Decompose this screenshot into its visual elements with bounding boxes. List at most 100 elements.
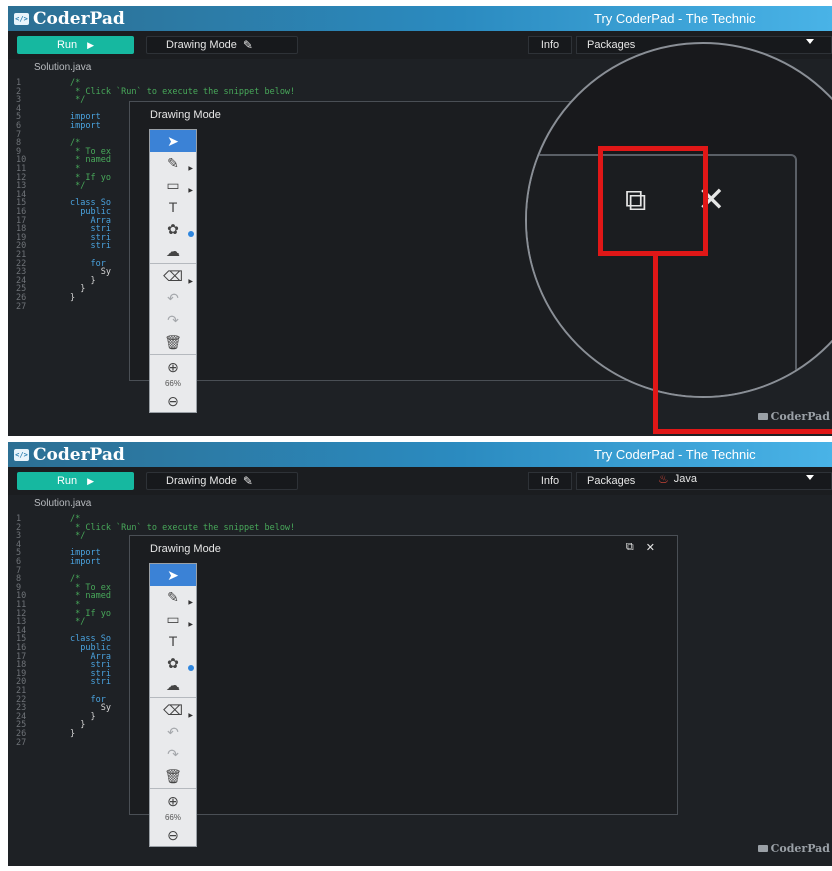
watermark-badge [757, 845, 768, 852]
drawing-tool-palette: ➤ ✎ ▶ ▭ ▶ T ✿ ☁ ⌫ ▶ ↶ ↷ 🗑 ⊕ 66% ⊖ [149, 563, 197, 847]
run-button[interactable]: Run ▶ [17, 472, 134, 490]
play-icon: ▶ [87, 39, 95, 50]
drawing-modal-title: Drawing Mode [150, 109, 221, 121]
coderpad-logo[interactable]: </> CoderPad [14, 9, 125, 29]
code-line[interactable]: import [70, 558, 101, 567]
highlight-connector-horizontal [653, 429, 832, 434]
zoom-out-icon[interactable]: ⊖ [150, 390, 196, 412]
code-line[interactable]: } [70, 730, 75, 739]
file-tab[interactable]: Solution.java [34, 498, 91, 509]
popout-icon[interactable]: ⧉ [626, 541, 634, 554]
code-line[interactable]: stri [70, 678, 110, 687]
drawing-mode-label: Drawing Mode [166, 39, 237, 51]
trash-icon[interactable]: 🗑 [150, 331, 196, 353]
undo-icon[interactable]: ↶ [150, 287, 196, 309]
redo-icon[interactable]: ↷ [150, 309, 196, 331]
language-label: Java [673, 473, 698, 485]
coderpad-logo[interactable]: </> CoderPad [14, 444, 125, 465]
rectangle-icon[interactable]: ▭ ▶ [150, 608, 196, 630]
run-label: Run [56, 475, 78, 487]
java-icon: ♨ [658, 472, 669, 486]
submenu-arrow-icon: ▶ [188, 713, 193, 719]
text-icon[interactable]: T [150, 196, 196, 218]
tagline[interactable]: Try CoderPad - The Technic [594, 11, 756, 26]
code-line[interactable]: stri [70, 242, 110, 251]
pen-icon: ✎ [242, 38, 253, 52]
top-bar: </> CoderPad Try CoderPad - The Technic [8, 6, 832, 31]
tagline[interactable]: Try CoderPad - The Technic [594, 447, 756, 462]
code-line[interactable]: */ [70, 618, 85, 627]
editor-toolbar: Run ▶ Drawing Mode ✎ Info Packages ♨ Jav… [8, 467, 832, 495]
undo-icon[interactable]: ↶ [150, 721, 196, 743]
screenshot-panel-plain: </> CoderPad Try CoderPad - The Technic … [8, 442, 832, 866]
zoom-out-icon[interactable]: ⊖ [150, 824, 196, 846]
pencil-icon[interactable]: ✎ ▶ [150, 152, 196, 174]
line-number: 27 [16, 301, 27, 312]
code-line[interactable]: */ [70, 182, 85, 191]
packages-button[interactable]: Packages [576, 472, 832, 490]
code-line[interactable]: * Click `Run` to execute the snippet bel… [70, 523, 295, 533]
watermark-text: CoderPad [770, 410, 830, 423]
code-line[interactable]: */ [70, 532, 85, 541]
logo-text: CoderPad [33, 444, 125, 465]
pencil-icon[interactable]: ✎ ▶ [150, 586, 196, 608]
info-button[interactable]: Info [528, 36, 572, 54]
pen-icon: ✎ [242, 474, 253, 488]
info-button[interactable]: Info [528, 472, 572, 490]
palette-separator [150, 263, 196, 264]
palette-icon[interactable]: ✿ [150, 218, 196, 240]
upload-cloud-icon[interactable]: ☁ [150, 240, 196, 262]
language-select[interactable]: ♨ Java [658, 472, 697, 486]
watermark-badge [757, 413, 768, 420]
line-number: 27 [16, 737, 27, 748]
drawing-tool-palette: ➤ ✎ ▶ ▭ ▶ T ✿ ☁ ⌫ ▶ ↶ ↷ 🗑 ⊕ 66% ⊖ [149, 129, 197, 413]
drawing-modal-controls: ⧉ ✕ [626, 541, 655, 554]
palette-separator [150, 354, 196, 355]
zoom-level: 66% [164, 813, 181, 822]
chevron-down-icon[interactable] [806, 39, 814, 44]
run-label: Run [56, 39, 78, 51]
highlight-connector-vertical [653, 256, 658, 434]
chevron-down-icon[interactable] [806, 475, 814, 480]
eraser-icon[interactable]: ⌫ ▶ [150, 265, 196, 287]
color-dot-icon [188, 665, 194, 671]
packages-label: Packages [587, 39, 636, 51]
coderpad-watermark: CoderPad [757, 410, 830, 423]
palette-icon[interactable]: ✿ [150, 652, 196, 674]
watermark-text: CoderPad [770, 842, 830, 855]
code-line[interactable]: } [70, 294, 75, 303]
drawing-mode-button[interactable]: Drawing Mode ✎ [146, 36, 298, 54]
top-bar: </> CoderPad Try CoderPad - The Technic [8, 442, 832, 467]
code-line[interactable]: import [70, 122, 101, 131]
eraser-icon[interactable]: ⌫ ▶ [150, 699, 196, 721]
highlight-box [598, 146, 708, 256]
redo-icon[interactable]: ↷ [150, 743, 196, 765]
submenu-arrow-icon: ▶ [188, 166, 193, 172]
trash-icon[interactable]: 🗑 [150, 765, 196, 787]
screenshot-panel-zoomed: </> CoderPad Try CoderPad - The Technic … [8, 6, 832, 436]
select-arrow-icon[interactable]: ➤ [150, 130, 196, 152]
palette-separator [150, 697, 196, 698]
submenu-arrow-icon: ▶ [188, 600, 193, 606]
coderpad-watermark: CoderPad [757, 842, 830, 855]
zoom-in-icon[interactable]: ⊕ [150, 356, 196, 378]
zoom-level: 66% [164, 379, 181, 388]
select-arrow-icon[interactable]: ➤ [150, 564, 196, 586]
rectangle-icon[interactable]: ▭ ▶ [150, 174, 196, 196]
code-line[interactable]: */ [70, 96, 85, 105]
zoom-in-icon[interactable]: ⊕ [150, 790, 196, 812]
drawing-mode-button[interactable]: Drawing Mode ✎ [146, 472, 298, 490]
submenu-arrow-icon: ▶ [188, 279, 193, 285]
logo-badge: </> [14, 12, 29, 25]
run-button[interactable]: Run ▶ [17, 36, 134, 54]
drawing-mode-label: Drawing Mode [166, 475, 237, 487]
code-line[interactable]: * Click `Run` to execute the snippet bel… [70, 87, 295, 97]
drawing-modal-title: Drawing Mode [150, 543, 221, 555]
upload-cloud-icon[interactable]: ☁ [150, 674, 196, 696]
palette-separator [150, 788, 196, 789]
file-tab[interactable]: Solution.java [34, 62, 91, 73]
close-icon[interactable]: ✕ [646, 541, 655, 554]
color-dot-icon [188, 231, 194, 237]
text-icon[interactable]: T [150, 630, 196, 652]
drawing-mode-modal: Drawing Mode ⧉ ✕ ➤ ✎ ▶ ▭ ▶ T ✿ ☁ ⌫ ▶ ↶ ↷ 🗑 ⊕ 66% ⊖ [129, 535, 678, 847]
